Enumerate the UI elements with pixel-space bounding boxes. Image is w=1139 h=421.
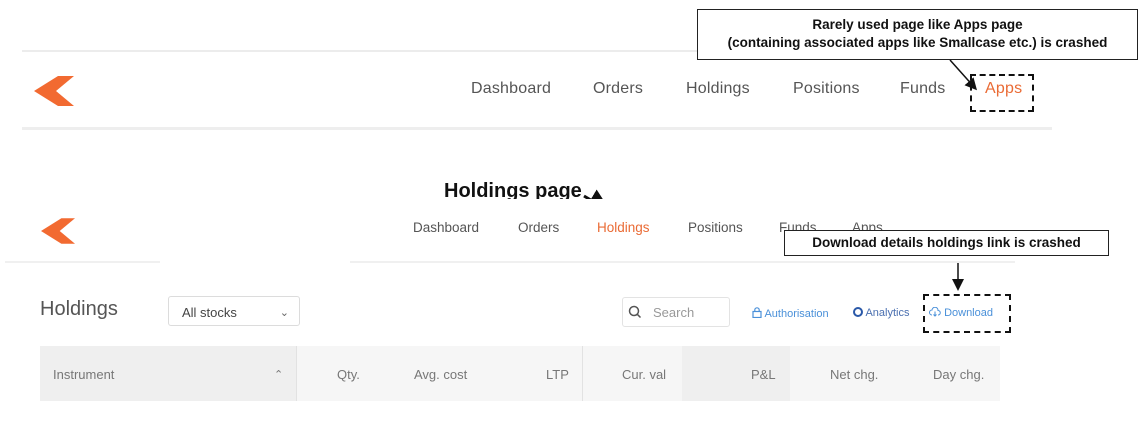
analytics-link[interactable]: Analytics bbox=[853, 307, 909, 319]
column-header-avg-cost[interactable]: Avg. cost bbox=[414, 367, 467, 382]
search-icon bbox=[628, 305, 642, 319]
column-divider bbox=[296, 346, 297, 401]
analytics-label: Analytics bbox=[865, 307, 910, 319]
download-highlight-box bbox=[923, 294, 1011, 333]
lock-icon bbox=[752, 307, 762, 319]
column-header-day-chg[interactable]: Day chg. bbox=[933, 367, 984, 382]
authorisation-label: Authorisation bbox=[764, 308, 829, 320]
search-input[interactable]: Search bbox=[622, 297, 730, 327]
search-placeholder: Search bbox=[653, 305, 695, 320]
page-title: Holdings bbox=[40, 298, 118, 320]
column-header-pnl[interactable]: P&L bbox=[751, 367, 776, 382]
apps-callout-arrow bbox=[949, 59, 977, 91]
column-header-cur-val[interactable]: Cur. val bbox=[622, 367, 666, 382]
nav-positions[interactable]: Positions bbox=[688, 220, 743, 235]
chevron-down-icon: ⌄ bbox=[279, 307, 289, 319]
sort-up-icon[interactable]: ⌃ bbox=[274, 368, 283, 381]
stock-filter-select[interactable]: All stocks ⌄ bbox=[168, 296, 300, 326]
column-divider bbox=[582, 346, 583, 401]
download-crash-callout: Download details holdings link is crashe… bbox=[784, 230, 1109, 256]
analytics-icon bbox=[853, 307, 863, 317]
nav-orders[interactable]: Orders bbox=[518, 220, 559, 235]
stock-filter-value: All stocks bbox=[182, 305, 237, 320]
navbar-divider bbox=[5, 261, 1015, 263]
authorisation-link[interactable]: Authorisation bbox=[752, 307, 829, 320]
column-header-ltp[interactable]: LTP bbox=[546, 367, 569, 382]
column-header-net-chg[interactable]: Net chg. bbox=[830, 367, 878, 382]
holdings-table-header: Instrument ⌃ Qty. Avg. cost LTP Cur. val… bbox=[40, 346, 1000, 401]
column-header-instrument[interactable]: Instrument bbox=[53, 367, 114, 382]
column-header-qty[interactable]: Qty. bbox=[337, 367, 360, 382]
nav-holdings[interactable]: Holdings bbox=[597, 220, 650, 235]
nav-dashboard[interactable]: Dashboard bbox=[413, 220, 479, 235]
kite-logo-icon[interactable] bbox=[41, 218, 75, 244]
navbar-divider-gap bbox=[160, 257, 350, 271]
